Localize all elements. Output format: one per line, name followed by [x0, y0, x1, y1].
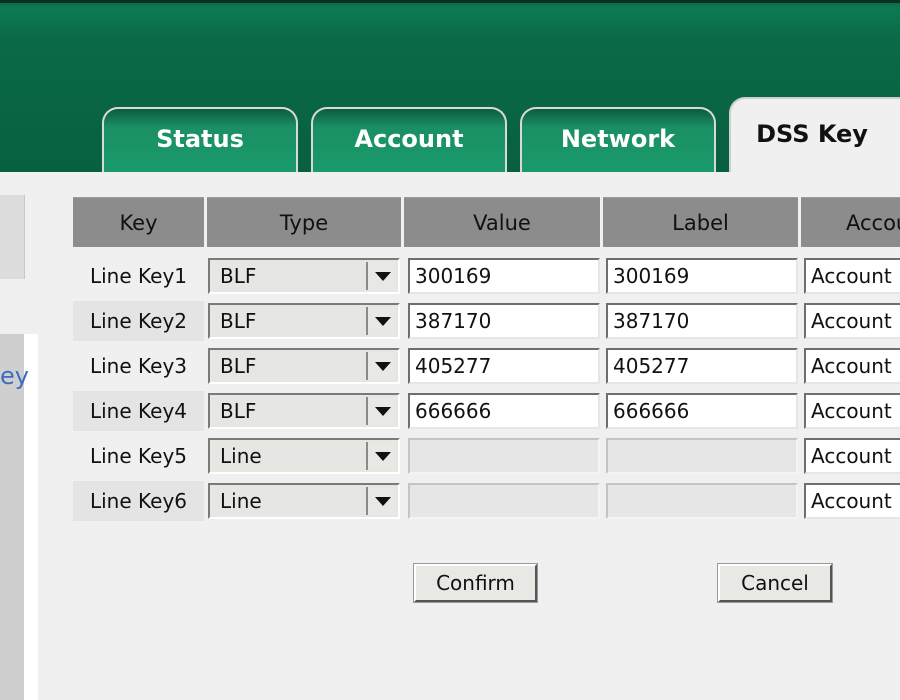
- type-select-value: BLF: [220, 399, 257, 423]
- tab-network[interactable]: Network: [520, 107, 716, 172]
- value-input[interactable]: 666666: [408, 393, 600, 429]
- header-type: Type: [207, 197, 401, 247]
- label-input[interactable]: [606, 483, 798, 519]
- type-select-value: Line: [220, 489, 262, 513]
- tab-dss-key[interactable]: DSS Key: [729, 97, 900, 172]
- chevron-down-icon[interactable]: [366, 307, 396, 335]
- value-input[interactable]: 387170: [408, 303, 600, 339]
- chevron-down-icon[interactable]: [366, 352, 396, 380]
- chevron-down-icon[interactable]: [366, 487, 396, 515]
- account-select[interactable]: Account: [804, 483, 900, 519]
- confirm-button[interactable]: Confirm: [413, 563, 538, 603]
- type-select[interactable]: BLF: [208, 258, 400, 294]
- label-input[interactable]: 405277: [606, 348, 798, 384]
- chevron-down-icon[interactable]: [366, 442, 396, 470]
- label-input[interactable]: 387170: [606, 303, 798, 339]
- header-key: Key: [73, 197, 204, 247]
- label-input[interactable]: 300169: [606, 258, 798, 294]
- label-input[interactable]: [606, 438, 798, 474]
- value-input[interactable]: [408, 438, 600, 474]
- chevron-down-icon[interactable]: [366, 262, 396, 290]
- account-select[interactable]: Account: [804, 438, 900, 474]
- tab-status-label: Status: [156, 124, 244, 153]
- header-account: Accou: [801, 197, 900, 247]
- sidebar-item-label[interactable]: ey: [0, 362, 29, 390]
- tab-network-label: Network: [560, 124, 676, 153]
- value-input[interactable]: [408, 483, 600, 519]
- table-row-key-label: Line Key6: [89, 489, 188, 513]
- type-select-value: BLF: [220, 264, 257, 288]
- cancel-button[interactable]: Cancel: [717, 563, 833, 603]
- value-input[interactable]: 405277: [408, 348, 600, 384]
- type-select[interactable]: BLF: [208, 393, 400, 429]
- type-select-value: BLF: [220, 309, 257, 333]
- header-label: Label: [603, 197, 798, 247]
- account-select[interactable]: Account: [804, 393, 900, 429]
- account-select[interactable]: Account: [804, 348, 900, 384]
- type-select-value: BLF: [220, 354, 257, 378]
- tab-account[interactable]: Account: [311, 107, 507, 172]
- type-select[interactable]: BLF: [208, 303, 400, 339]
- header-top-border: [0, 0, 900, 3]
- table-row-key-label: Line Key3: [89, 354, 188, 378]
- table-row-key-label: Line Key1: [89, 264, 188, 288]
- label-input[interactable]: 666666: [606, 393, 798, 429]
- tab-account-label: Account: [354, 124, 464, 153]
- value-input[interactable]: 300169: [408, 258, 600, 294]
- type-select-value: Line: [220, 444, 262, 468]
- sidebar-top-box: [0, 195, 25, 279]
- tab-dss-key-label: DSS Key: [756, 119, 868, 148]
- table-row-key-label: Line Key2: [89, 309, 188, 333]
- account-select[interactable]: Account: [804, 303, 900, 339]
- tab-status[interactable]: Status: [102, 107, 298, 172]
- type-select[interactable]: Line: [208, 438, 400, 474]
- header-value: Value: [404, 197, 600, 247]
- account-select[interactable]: Account: [804, 258, 900, 294]
- chevron-down-icon[interactable]: [366, 397, 396, 425]
- table-row-key-label: Line Key4: [89, 399, 188, 423]
- type-select[interactable]: Line: [208, 483, 400, 519]
- type-select[interactable]: BLF: [208, 348, 400, 384]
- table-row-key-label: Line Key5: [89, 444, 188, 468]
